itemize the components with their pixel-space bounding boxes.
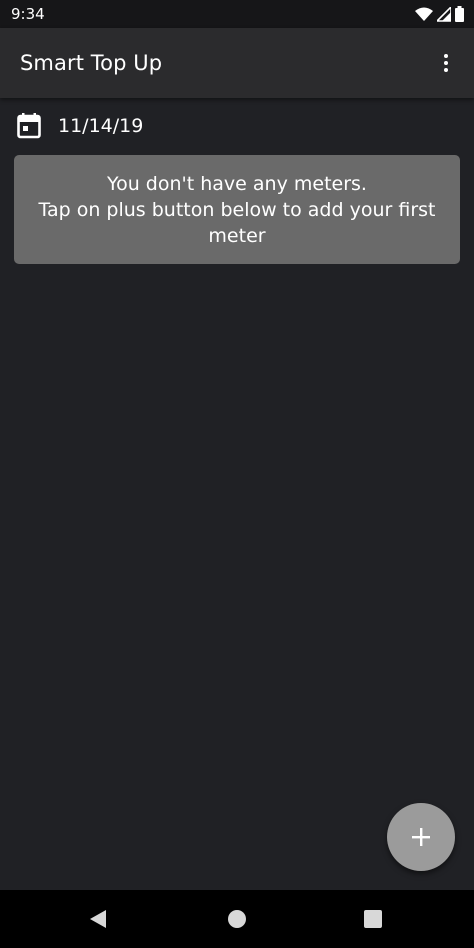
more-vert-icon-dot [444, 68, 448, 72]
more-vert-icon-dot [444, 61, 448, 65]
status-icons [415, 6, 464, 22]
cell-signal-icon [437, 6, 451, 22]
status-time: 9:34 [11, 5, 45, 23]
empty-state-line-3: meter [208, 224, 266, 247]
home-icon[interactable] [228, 910, 246, 928]
more-vert-icon-dot [444, 54, 448, 58]
empty-state-card: You don't have any meters. Tap on plus b… [14, 155, 460, 264]
app-screen: 9:34 Smart Top Up 11/14/19 You don't hav… [0, 0, 474, 948]
plus-icon [412, 828, 430, 846]
wifi-icon [415, 7, 433, 21]
calendar-icon [17, 113, 41, 139]
more-options-button[interactable] [432, 43, 460, 83]
back-icon[interactable] [89, 909, 107, 929]
date-selector[interactable]: 11/14/19 [17, 111, 143, 141]
add-meter-button[interactable] [387, 803, 455, 871]
empty-state-line-2: Tap on plus button below to add your fir… [38, 198, 436, 221]
empty-state-line-1: You don't have any meters. [107, 172, 367, 195]
recents-icon[interactable] [364, 910, 382, 928]
status-bar: 9:34 [0, 0, 474, 28]
app-title: Smart Top Up [20, 51, 163, 75]
selected-date: 11/14/19 [58, 115, 144, 137]
battery-icon [455, 6, 464, 22]
app-bar: Smart Top Up [0, 28, 474, 98]
system-nav-bar [0, 890, 474, 948]
